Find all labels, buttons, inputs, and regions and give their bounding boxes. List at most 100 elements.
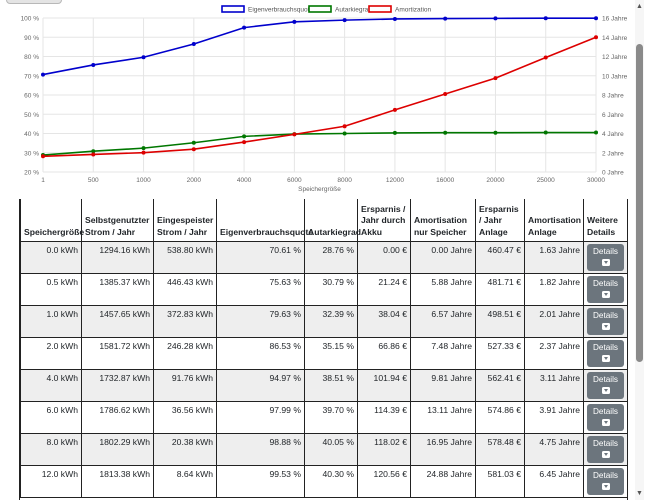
data-point-autarkiegrad [392,130,397,135]
x-axis-label: Speichergröße [298,186,341,193]
table-cell: 372.83 kWh [153,304,217,338]
table-cell: 6.45 Jahre [524,464,584,498]
table-cell: 3.91 Jahre [524,400,584,434]
details-button-label: Details [592,374,619,384]
y-right-tick-label: 14 Jahre [602,35,628,42]
table-cell: 1294.16 kWh [81,240,154,274]
y-right-tick-label: 10 Jahre [602,73,628,80]
details-button[interactable]: Details [587,467,624,495]
column-header: Eigenverbrauchsquote [216,199,313,242]
details-button[interactable]: Details [587,371,624,399]
table-cell: 4.75 Jahre [524,432,584,466]
table-cell: 21.24 € [357,272,411,306]
table-cell: 2.37 Jahre [524,336,584,370]
data-point-eigenverbrauchsquote [41,72,45,77]
x-tick-label: 16000 [436,177,454,184]
table-cell: 99.53 % [216,464,305,498]
table-cell: 578.48 € [475,432,525,466]
details-cell: Details [583,240,627,274]
x-tick-label: 30000 [587,177,605,184]
y-left-tick-label: 50 % [24,112,39,119]
table-cell: 13.11 Jahre [410,400,476,434]
data-point-autarkiegrad [242,134,247,139]
chevron-down-icon [601,386,610,394]
details-button[interactable]: Details [587,403,624,431]
scrollbar-thumb[interactable] [636,44,643,362]
table-cell: 562.41 € [475,368,525,402]
column-header: Speichergröße [20,199,84,242]
legend-label-amortization: Amortization [395,7,432,14]
data-point-eigenverbrauchsquote [493,16,498,21]
x-tick-label: 12000 [386,177,404,184]
details-button[interactable]: Details [587,435,624,463]
table-cell: 1457.65 kWh [81,304,154,338]
table-cell: 30.79 % [304,272,358,306]
table-cell: 120.56 € [357,464,411,498]
table-row: 2.0 kWh 1581.72 kWh 246.28 kWh 86.53 % 35.15… [20,336,627,370]
table-cell: 0.00 € [357,240,411,274]
table-cell: 527.33 € [475,336,525,370]
y-right-tick-label: 16 Jahre [602,16,628,23]
details-button[interactable]: Details [587,275,624,303]
data-point-eigenverbrauchsquote [191,41,196,46]
data-point-autarkiegrad [543,130,548,135]
y-right-tick-label: 2 Jahre [602,150,624,157]
details-cell: Details [583,464,627,498]
details-button-label: Details [592,438,619,448]
data-point-eigenverbrauchsquote [594,16,598,21]
details-button[interactable]: Details [587,307,624,335]
series-line-autarkiegrad [42,131,596,156]
table-header-row: Speichergröße Selbstgenutzter Strom / Jah… [20,199,627,242]
y-right-tick-label: 12 Jahre [602,54,628,61]
table-cell: 9.81 Jahre [410,368,476,402]
y-left-tick-label: 90 % [24,35,39,42]
table-cell: 1581.72 kWh [81,336,154,370]
legend-swatch-amortization [368,5,392,13]
table-cell: 70.61 % [216,240,305,274]
x-tick-label: 500 [88,177,99,184]
table-cell: 6.57 Jahre [410,304,476,338]
legend-label-eigenverbrauchsquote: Eigenverbrauchsquote [248,7,313,14]
table-cell: 40.30 % [304,464,358,498]
column-header: Selbstgenutzter Strom / Jahr [81,199,154,242]
table-cell: 91.76 kWh [153,368,217,402]
table-cell: 0.0 kWh [20,240,82,274]
table-row: 0.5 kWh 1385.37 kWh 446.43 kWh 75.63 % 30.79… [20,272,627,306]
results-table-container: Speichergröße Selbstgenutzter Strom / Jah… [19,199,628,500]
legend-label-autarkiegrad: Autarkiegrad [335,7,372,14]
details-button[interactable]: Details [587,243,624,271]
data-point-eigenverbrauchsquote [91,62,96,67]
table-cell: 98.88 % [216,432,305,466]
table-cell: 1786.62 kWh [81,400,154,434]
column-header: Eingespeister Strom / Jahr [153,199,217,242]
scroll-up-arrow-icon[interactable]: ▲ [635,3,644,11]
column-header: Amortisation Anlage [524,199,584,242]
table-cell: 38.51 % [304,368,358,402]
data-point-amortization [443,92,448,97]
data-point-eigenverbrauchsquote [443,16,448,21]
scroll-down-arrow-icon[interactable]: ▼ [635,490,644,498]
y-right-tick-label: 0 Jahre [602,170,624,177]
chevron-down-icon [601,322,610,330]
y-left-tick-label: 100 % [21,16,40,23]
table-cell: 40.05 % [304,432,358,466]
x-tick-label: 1000 [136,177,151,184]
x-tick-label: 25000 [537,177,555,184]
vertical-scrollbar[interactable]: ▲ ▼ [635,0,644,500]
table-cell: 4.0 kWh [20,368,82,402]
data-point-autarkiegrad [342,131,347,136]
data-point-autarkiegrad [443,130,448,135]
legend-swatch-autarkiegrad [308,5,332,13]
table-cell: 12.0 kWh [20,464,82,498]
table-cell: 28.76 % [304,240,358,274]
y-left-tick-label: 70 % [24,73,39,80]
details-button[interactable]: Details [587,339,624,367]
chevron-down-icon [601,290,610,298]
y-left-tick-label: 60 % [24,93,39,100]
data-point-amortization [191,147,196,152]
chevron-down-icon [601,258,610,266]
table-cell: 39.70 % [304,400,358,434]
x-tick-label: 2000 [187,177,202,184]
table-cell: 574.86 € [475,400,525,434]
table-cell: 8.0 kWh [20,432,82,466]
